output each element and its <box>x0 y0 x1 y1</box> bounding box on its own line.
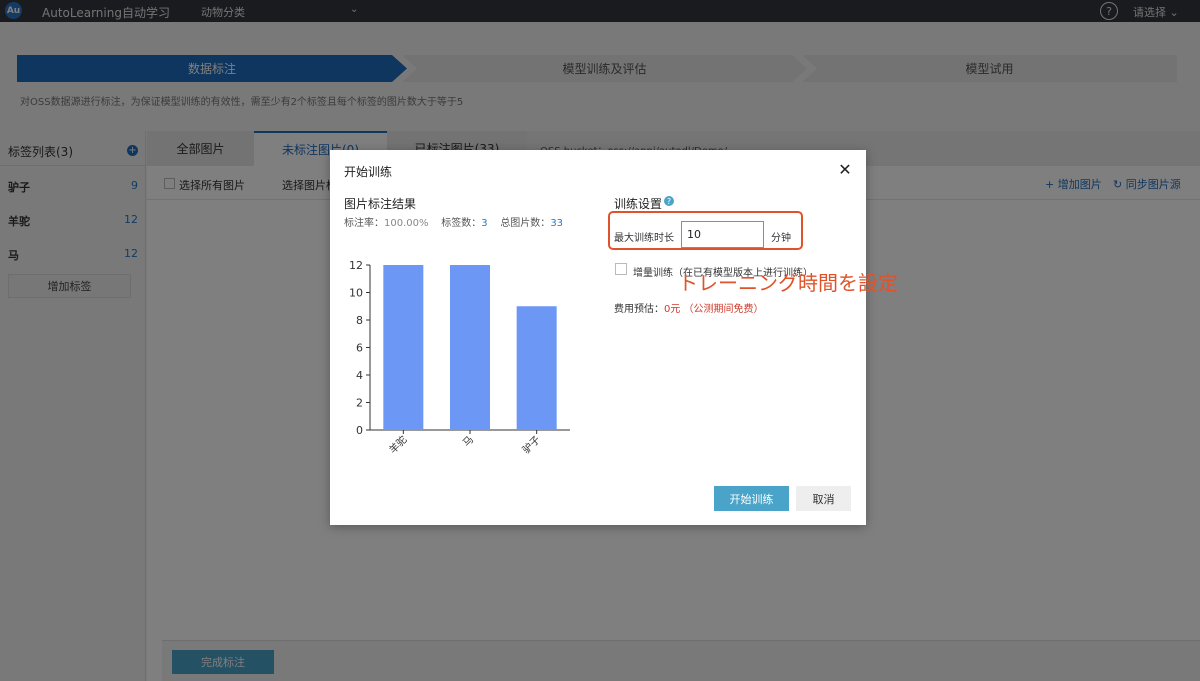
max-duration-input[interactable] <box>681 221 764 248</box>
training-settings-title: 训练设置 <box>614 197 663 211</box>
labeling-stats: 标注率：100.00% 标签数：3 总图片数：33 <box>344 214 563 229</box>
dialog-title: 开始训练 <box>344 165 393 179</box>
rate-label: 标注率： <box>344 218 384 229</box>
labels-count-label: 标签数： <box>441 218 482 229</box>
total-images-label: 总图片数： <box>500 218 551 229</box>
chart-bar <box>383 265 424 430</box>
x-tick-label: 驴子 <box>519 433 542 456</box>
max-duration-label: 最大训练时长 <box>614 233 674 244</box>
y-tick-label: 4 <box>356 369 363 382</box>
start-training-dialog: 开始训练 ✕ 图片标注结果 标注率：100.00% 标签数：3 总图片数：33 … <box>330 150 898 525</box>
label-distribution-chart: 0 2 4 6 8 10 12 羊驼 马 驴子 <box>349 259 570 456</box>
labeling-result-title: 图片标注结果 <box>344 197 417 211</box>
y-tick-label: 10 <box>349 287 363 300</box>
rate-value: 100.00% <box>384 218 429 229</box>
cancel-button[interactable]: 取消 <box>796 486 851 511</box>
start-training-button[interactable]: 开始训练 <box>714 486 789 511</box>
y-tick-label: 0 <box>356 424 363 437</box>
y-tick-label: 12 <box>349 259 363 272</box>
incremental-training-checkbox[interactable] <box>615 263 627 275</box>
total-images-value: 33 <box>550 218 564 229</box>
annotation-text: トレーニング時間を設定 <box>678 271 898 295</box>
x-tick-label: 羊驼 <box>386 433 409 456</box>
duration-unit: 分钟 <box>771 233 791 244</box>
chart-bar <box>450 265 490 430</box>
chart-bar <box>516 306 557 430</box>
cost-value: 0元 （公测期间免费） <box>664 304 764 315</box>
cost-estimate: 费用预估：0元 （公测期间免费） <box>614 300 764 315</box>
x-tick-label: 马 <box>461 434 477 450</box>
y-tick-label: 2 <box>356 397 363 410</box>
close-icon[interactable]: ✕ <box>835 159 855 179</box>
y-tick-label: 8 <box>356 314 363 327</box>
labels-count-value: 3 <box>481 218 488 229</box>
y-tick-label: 6 <box>356 342 363 355</box>
info-icon[interactable]: ? <box>664 196 674 206</box>
cost-label: 费用预估： <box>614 304 664 315</box>
